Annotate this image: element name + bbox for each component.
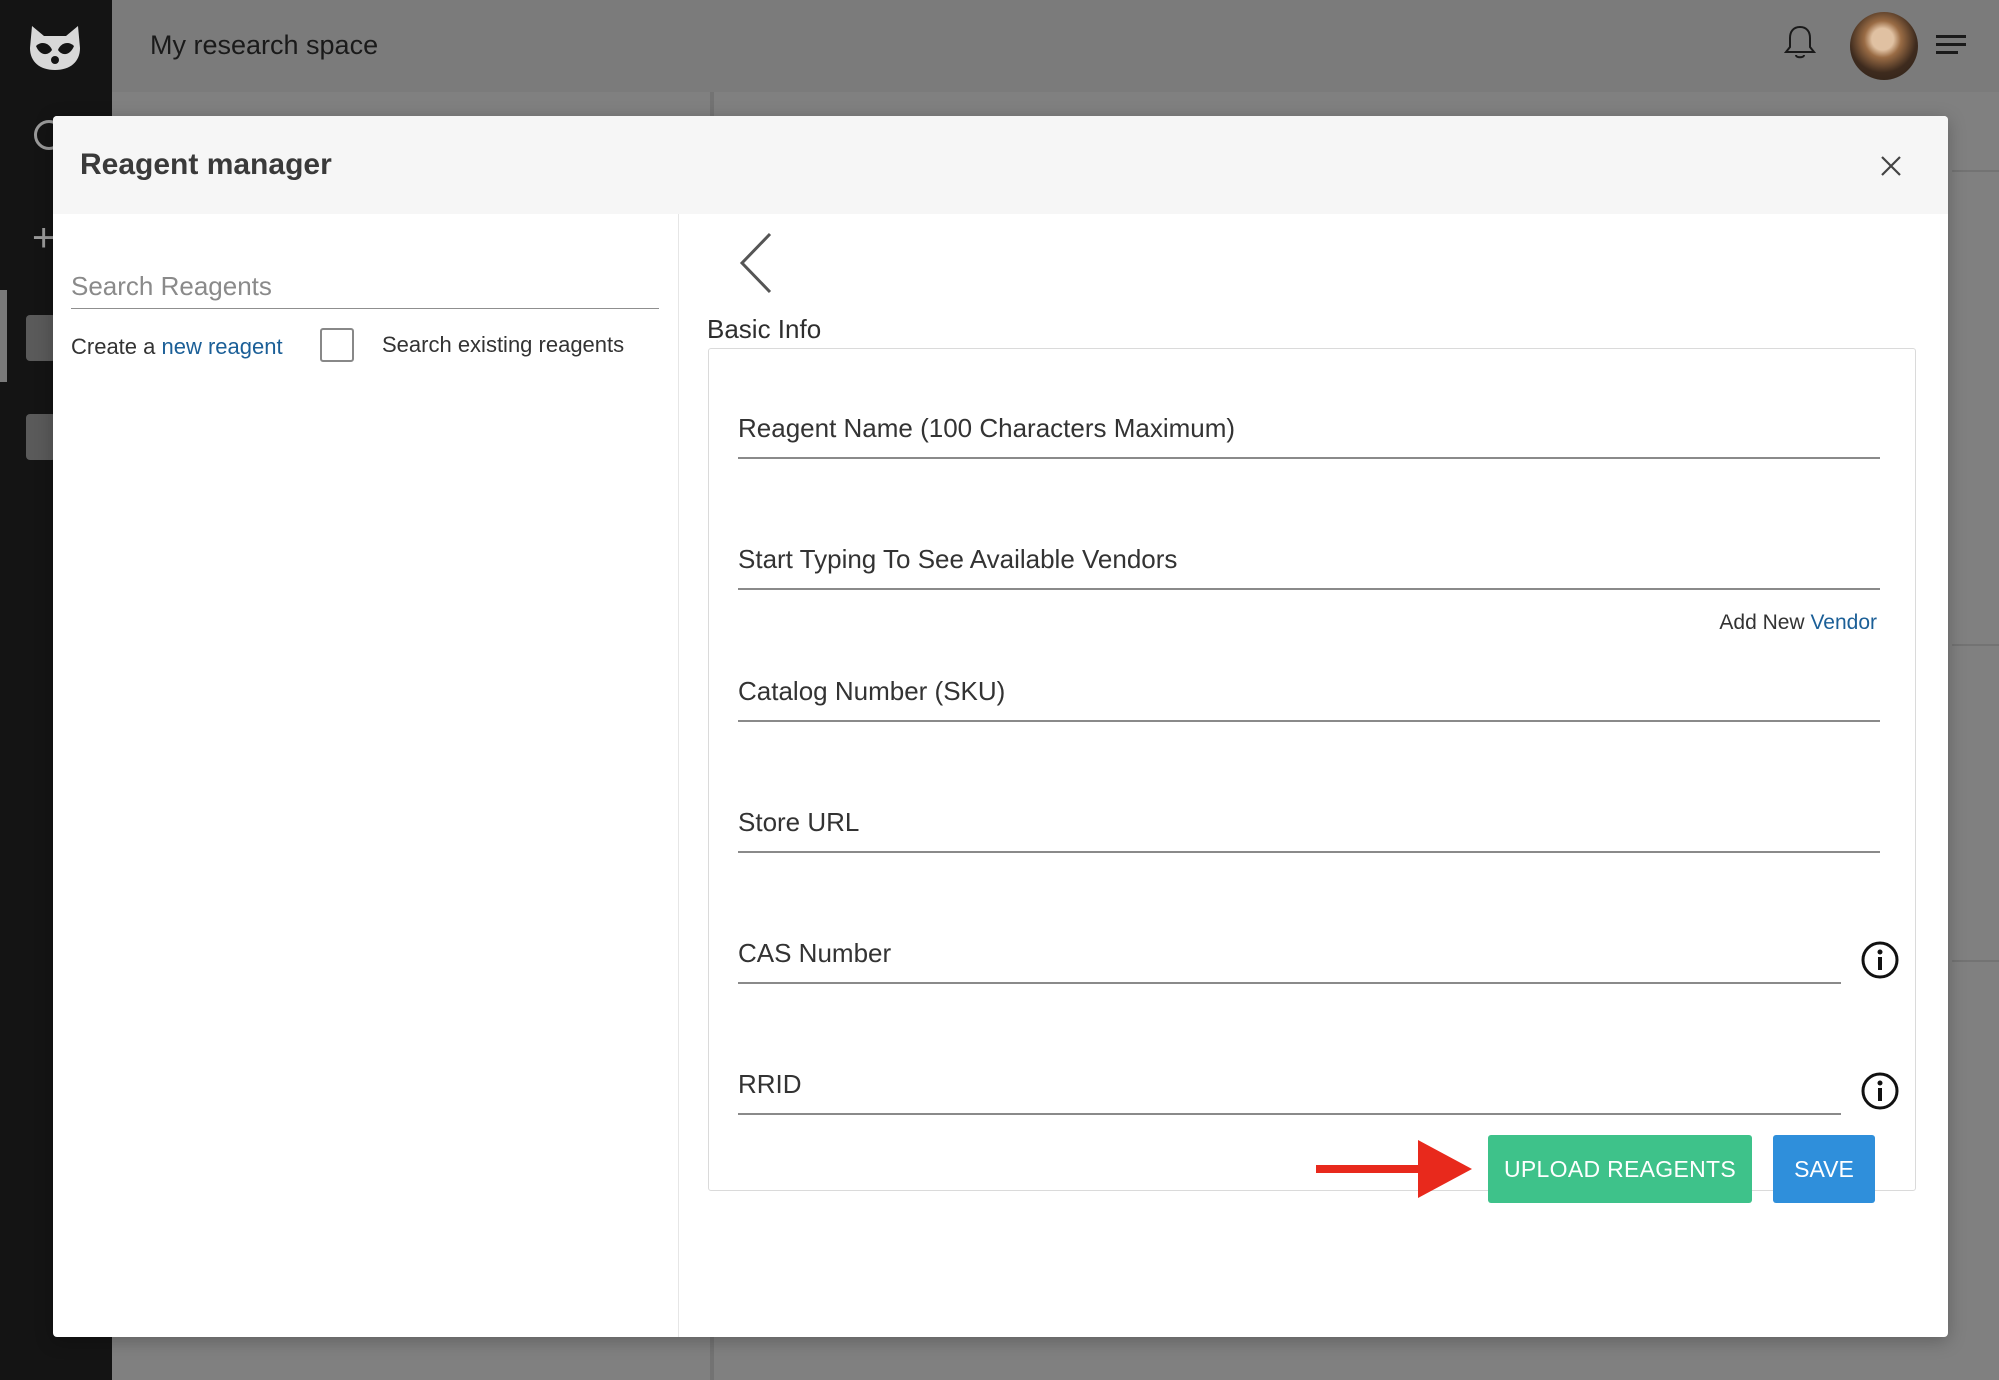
- close-icon[interactable]: [1875, 150, 1907, 182]
- raccoon-logo-icon[interactable]: [26, 22, 84, 74]
- add-new-vendor-row: Add New Vendor: [1719, 611, 1877, 635]
- new-reagent-link[interactable]: new reagent: [162, 334, 283, 359]
- modal-title: Reagent manager: [80, 148, 332, 181]
- add-vendor-prefix: Add New: [1719, 611, 1811, 634]
- basic-info-title: Basic Info: [707, 314, 822, 344]
- rrid-input[interactable]: [738, 1055, 1841, 1115]
- top-bar: My research space: [112, 0, 1999, 93]
- create-prefix-text: Create a: [71, 334, 162, 359]
- save-button[interactable]: SAVE: [1773, 1135, 1875, 1203]
- chevron-left-icon[interactable]: [736, 230, 776, 296]
- modal-header: Reagent manager: [53, 116, 1948, 214]
- rrid-info-icon[interactable]: [1860, 1071, 1900, 1111]
- store-url-field: [738, 793, 1880, 853]
- search-existing-label: Search existing reagents: [382, 332, 625, 357]
- reagent-name-input[interactable]: [738, 399, 1880, 459]
- vendor-input[interactable]: [738, 530, 1880, 590]
- bell-icon[interactable]: [1780, 22, 1820, 62]
- rail-add-icon[interactable]: +: [32, 218, 55, 258]
- cas-number-field: [738, 924, 1841, 984]
- cas-number-input[interactable]: [738, 924, 1841, 984]
- rail-workspace-icon[interactable]: [26, 315, 56, 361]
- rail-active-indicator: [0, 290, 7, 382]
- reagent-search-pane: Create a new reagent Search existing rea…: [53, 214, 679, 1337]
- reagent-name-field: [738, 399, 1880, 459]
- store-url-input[interactable]: [738, 793, 1880, 853]
- search-existing-checkbox[interactable]: [320, 328, 354, 362]
- catalog-number-input[interactable]: [738, 662, 1880, 722]
- hamburger-menu-icon[interactable]: [1934, 30, 1968, 60]
- vendor-field: [738, 530, 1880, 590]
- rail-user-icon[interactable]: [26, 414, 56, 460]
- app-title: My research space: [150, 30, 379, 60]
- search-reagents-input[interactable]: [71, 264, 659, 309]
- upload-reagents-button[interactable]: UPLOAD REAGENTS: [1488, 1135, 1752, 1203]
- catalog-number-field: [738, 662, 1880, 722]
- create-reagent-row: Create a new reagent: [71, 334, 283, 360]
- cas-info-icon[interactable]: [1860, 940, 1900, 980]
- basic-info-card: Add New Vendor: [708, 348, 1916, 1191]
- avatar[interactable]: [1850, 12, 1918, 80]
- red-arrow-icon: [1316, 1140, 1472, 1198]
- add-vendor-link[interactable]: Vendor: [1810, 611, 1877, 634]
- rrid-field: [738, 1055, 1841, 1115]
